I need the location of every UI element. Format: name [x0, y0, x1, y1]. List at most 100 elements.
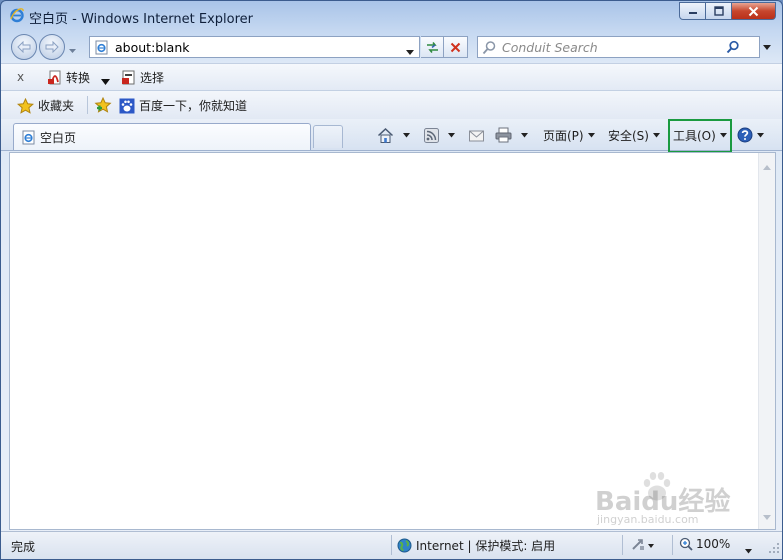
add-to-favorites-bar-button[interactable] [94, 96, 113, 116]
refresh-button[interactable] [421, 36, 444, 58]
divider [87, 96, 88, 114]
divider [391, 535, 392, 555]
printer-icon [495, 127, 512, 143]
pdf-convert-icon [48, 70, 61, 84]
chevron-down-icon [521, 132, 528, 137]
refresh-icon [426, 41, 438, 53]
back-button[interactable] [11, 34, 37, 60]
divider [672, 535, 673, 555]
window-title: 空白页 - Windows Internet Explorer [29, 12, 253, 27]
convert-label: 转换 [66, 71, 91, 85]
zone-text: Internet | 保护模式: 启用 [416, 539, 556, 553]
convert-button[interactable]: 转换 [47, 69, 90, 86]
page-menu-button[interactable]: 页面(P) [543, 125, 595, 145]
favorite-link-baidu[interactable]: 百度一下，你就知道 [119, 97, 247, 114]
star-icon [17, 97, 34, 114]
zoom-dropdown[interactable] [745, 543, 752, 557]
minimize-icon [688, 12, 697, 14]
convert-dropdown[interactable] [101, 74, 110, 88]
chevron-down-icon [69, 49, 76, 53]
maximize-button[interactable] [706, 2, 732, 20]
ie-page-icon [22, 130, 35, 144]
search-options-dropdown[interactable] [760, 36, 774, 58]
page-menu-label: 页面(P) [543, 128, 584, 143]
close-icon [748, 6, 759, 16]
home-icon [377, 127, 394, 143]
chevron-down-icon [745, 549, 752, 554]
tab-label: 空白页 [40, 130, 77, 145]
title-bar: 空白页 - Windows Internet Explorer [1, 1, 782, 31]
search-input[interactable] [502, 38, 702, 56]
watermark-url: jingyan.baidu.com [597, 513, 699, 526]
zoom-icon [679, 537, 693, 551]
chevron-down-icon [448, 132, 455, 137]
zoom-text: 100% [696, 537, 731, 551]
minimize-button[interactable] [679, 2, 706, 20]
stop-icon [450, 42, 461, 52]
scroll-up-arrow[interactable] [763, 159, 771, 173]
select-icon [122, 70, 135, 84]
arrow-right-icon [45, 41, 59, 53]
globe-icon [397, 538, 412, 553]
baidu-paw-icon [119, 98, 135, 113]
chevron-up-icon [763, 165, 771, 170]
chevron-down-icon [652, 132, 660, 137]
search-box[interactable] [477, 36, 760, 58]
favorites-button[interactable]: 收藏夹 [17, 97, 74, 114]
navigation-bar: about:blank [1, 31, 782, 63]
chevron-down-icon [763, 44, 771, 50]
search-go-button[interactable] [726, 40, 740, 57]
chevron-down-icon [757, 132, 764, 137]
chevron-down-icon [101, 79, 110, 85]
favorite-link-label: 百度一下，你就知道 [139, 99, 248, 113]
home-button[interactable] [377, 125, 410, 145]
mail-icon [469, 130, 484, 141]
safety-menu-label: 安全(S) [608, 128, 649, 143]
ie-window: 空白页 - Windows Internet Explorer about:bl… [0, 0, 783, 560]
arrow-left-icon [17, 41, 31, 53]
chevron-down-icon [403, 132, 410, 137]
popup-blocker-button[interactable] [629, 537, 655, 556]
recent-pages-dropdown[interactable] [69, 43, 76, 57]
security-zone[interactable]: Internet | 保护模式: 启用 [397, 537, 555, 554]
close-window-button[interactable] [732, 2, 776, 20]
status-bar: 完成 Internet | 保护模式: 启用 100% [1, 531, 782, 559]
help-icon [737, 127, 753, 143]
maximize-icon [713, 6, 724, 16]
addon-toolbar: x 转换 选择 [1, 64, 782, 90]
star-add-icon [94, 96, 112, 113]
help-button[interactable] [737, 125, 764, 145]
ie-logo-icon [9, 7, 25, 26]
safety-menu-button[interactable]: 安全(S) [608, 125, 660, 145]
stop-button[interactable] [444, 36, 468, 58]
window-controls [679, 2, 776, 20]
new-tab-button[interactable] [313, 125, 343, 148]
status-text: 完成 [11, 540, 36, 554]
select-button[interactable]: 选择 [121, 69, 164, 86]
resize-grip-icon[interactable] [768, 542, 780, 557]
search-icon [726, 40, 739, 54]
select-label: 选择 [140, 71, 165, 85]
forward-button[interactable] [39, 34, 65, 60]
address-bar[interactable]: about:blank [89, 36, 420, 58]
favorites-bar: 收藏夹 百度一下，你就知道 [1, 91, 782, 119]
magnifier-icon [482, 40, 497, 58]
arrow-settings-icon [632, 539, 654, 550]
chevron-down-icon [406, 50, 414, 55]
feeds-button[interactable] [424, 125, 455, 145]
tab-blank-page[interactable]: 空白页 [13, 123, 311, 150]
page-icon [94, 40, 109, 58]
favorites-label: 收藏夹 [38, 99, 75, 113]
address-url: about:blank [115, 40, 190, 55]
rss-feed-icon [424, 127, 439, 143]
zoom-level[interactable]: 100% [679, 537, 730, 551]
chevron-down-icon [587, 132, 595, 137]
baidu-watermark: Baidu经验 jingyan.baidu.com [591, 469, 781, 529]
tools-menu-highlight [668, 119, 732, 153]
divider [622, 535, 623, 555]
print-button[interactable] [495, 125, 528, 145]
close-toolbar-button[interactable]: x [17, 70, 24, 84]
read-mail-button[interactable] [469, 125, 484, 145]
address-dropdown[interactable] [406, 44, 414, 58]
tab-bar: 空白页 页面(P) 安全(S) 工具(O) [1, 119, 782, 151]
